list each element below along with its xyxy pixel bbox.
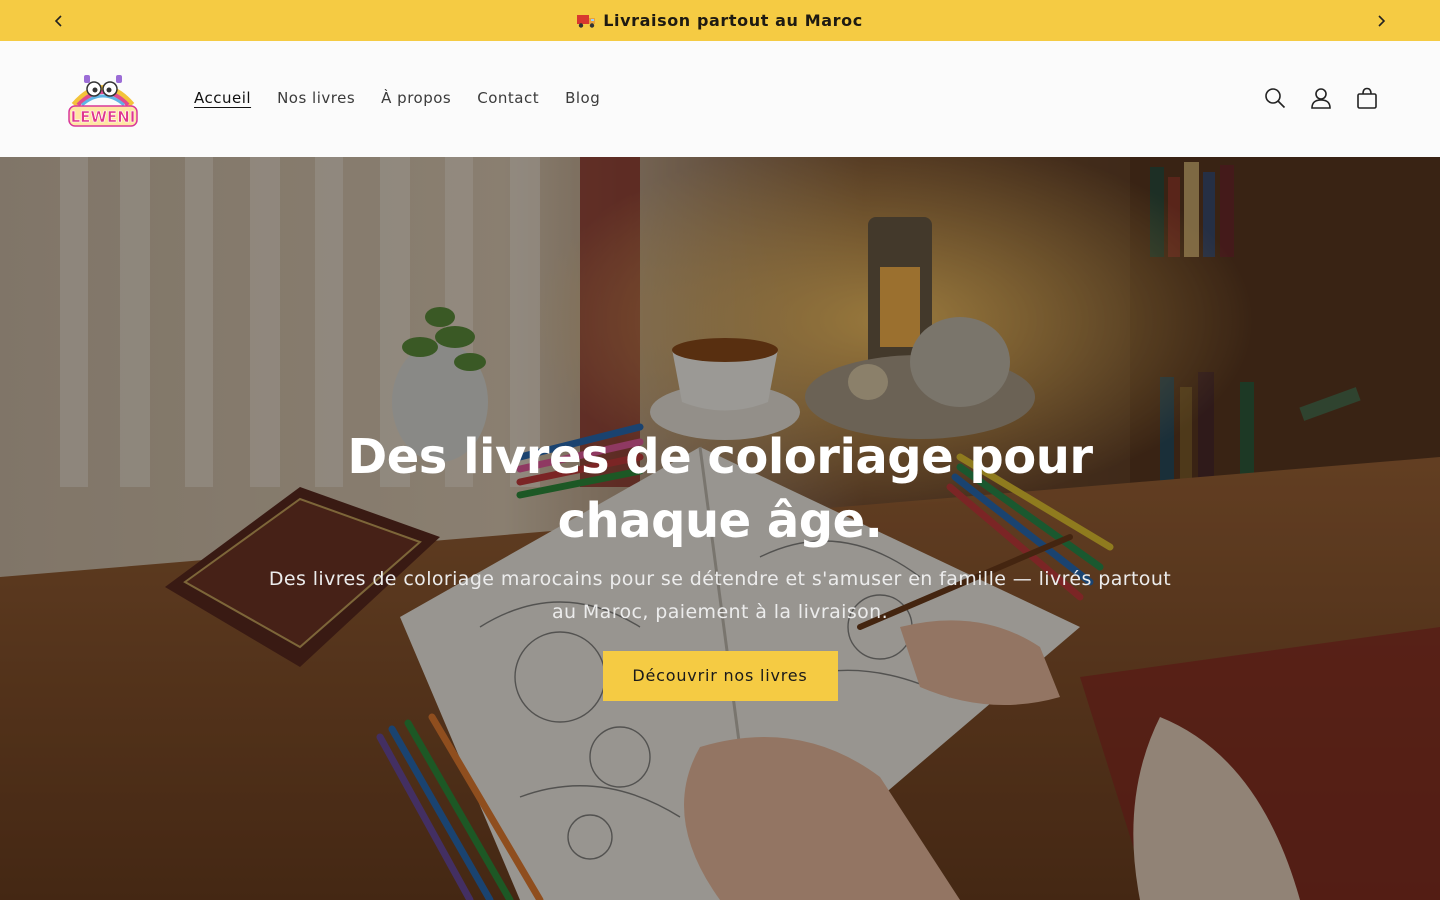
site-header: LEWENI Accueil Nos livres À propos Conta… — [0, 41, 1440, 157]
cart-icon — [1357, 87, 1377, 109]
announcement-next-button[interactable] — [1361, 0, 1401, 41]
hero-title: Des livres de coloriage pour chaque âge. — [347, 429, 1093, 549]
cart-button[interactable] — [1344, 75, 1390, 121]
account-icon — [1311, 88, 1331, 109]
nav-item-a-propos[interactable]: À propos — [368, 85, 464, 111]
site-logo[interactable]: LEWENI — [64, 65, 142, 131]
truck-icon — [577, 13, 597, 29]
search-icon — [1265, 88, 1286, 109]
discover-books-button[interactable]: Découvrir nos livres — [602, 651, 838, 701]
main-nav: Accueil Nos livres À propos Contact Blog — [181, 85, 613, 111]
nav-item-nos-livres[interactable]: Nos livres — [264, 85, 368, 111]
search-button[interactable] — [1252, 75, 1298, 121]
header-icons — [1252, 75, 1390, 121]
hero-content: Des livres de coloriage pour chaque âge.… — [0, 425, 1440, 701]
nav-item-blog[interactable]: Blog — [552, 85, 613, 111]
announcement-text: Livraison partout au Maroc — [603, 11, 863, 30]
chevron-right-icon — [1378, 14, 1386, 27]
nav-item-contact[interactable]: Contact — [464, 85, 552, 111]
announcement-prev-button[interactable] — [39, 0, 79, 41]
chevron-left-icon — [54, 14, 62, 27]
announcement-message[interactable]: Livraison partout au Maroc — [577, 11, 863, 30]
announcement-bar: Livraison partout au Maroc — [0, 0, 1440, 41]
hero-subtitle: Des livres de coloriage marocains pour s… — [268, 568, 1172, 623]
hero-banner: Des livres de coloriage pour chaque âge.… — [0, 157, 1440, 900]
nav-item-accueil[interactable]: Accueil — [181, 85, 264, 111]
account-button[interactable] — [1298, 75, 1344, 121]
logo-text: LEWENI — [71, 108, 136, 126]
